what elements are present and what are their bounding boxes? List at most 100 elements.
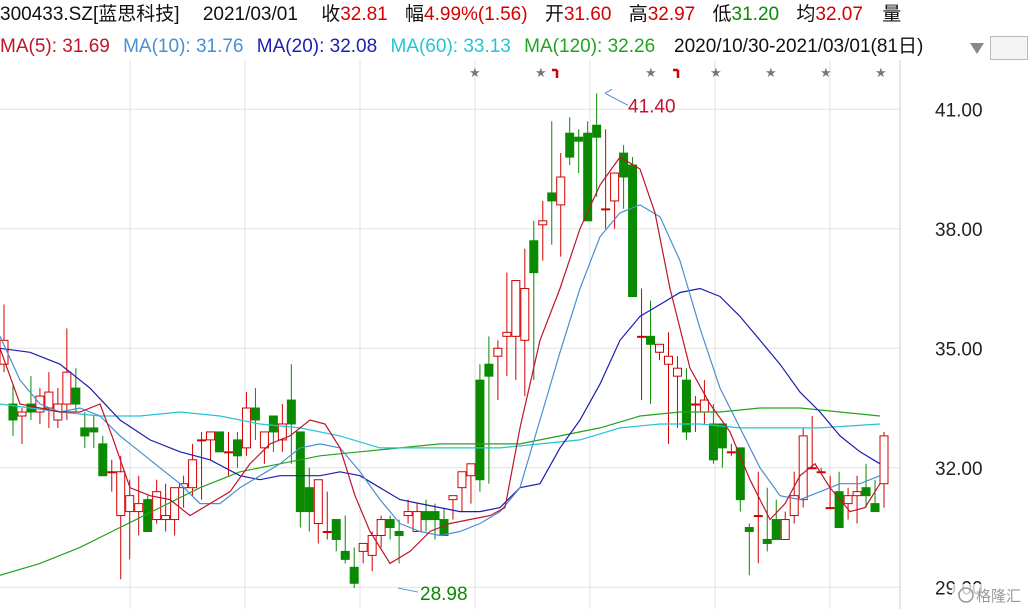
ma10-legend: MA(10): 31.76 [123, 36, 244, 57]
candle-up [17, 411, 27, 417]
date-range-label: 2020/10/30-2021/03/01(81日) [674, 36, 924, 57]
candle-up [44, 391, 54, 409]
candle-down [340, 550, 350, 560]
candle-up [313, 479, 323, 525]
close-value: 32.81 [340, 4, 388, 25]
candle-down [484, 363, 494, 377]
event-star-icon: ★ [875, 65, 887, 80]
quote-date: 2021/03/01 [202, 4, 298, 25]
candle-up [637, 335, 647, 338]
candle-up [457, 471, 467, 489]
candle-down [421, 511, 431, 521]
candle-up [322, 530, 332, 533]
candle-up [520, 288, 530, 341]
candle-up [538, 220, 548, 226]
open-value: 31.60 [563, 4, 612, 25]
candle-up [699, 399, 709, 413]
ma60-line [0, 403, 881, 449]
y-tick-label: 38.00 [935, 220, 983, 241]
candle-up [825, 507, 835, 510]
candle-up [116, 471, 126, 517]
candle-up [448, 495, 458, 501]
candle-down [98, 443, 108, 477]
candle-up [466, 463, 476, 477]
ma5-legend: MA(5): 31.69 [0, 36, 110, 57]
ma60-legend: MA(60): 33.13 [390, 36, 511, 57]
candle-up [358, 542, 368, 552]
high-price-label: 41.40 [628, 96, 676, 117]
candle-up [197, 439, 207, 442]
candle-down [708, 423, 718, 461]
candle-down [349, 566, 359, 584]
event-flag-icon [552, 68, 559, 78]
candle-up [610, 172, 620, 202]
ma120-legend: MA(120): 32.26 [524, 36, 656, 57]
candle-up [161, 515, 171, 521]
candle-up [726, 451, 736, 454]
event-star-icon: ★ [710, 65, 722, 80]
candle-up [206, 431, 216, 441]
candle-down [71, 387, 81, 405]
candle-down [304, 487, 314, 513]
stock-code: 300433.SZ[蓝思科技] [0, 4, 180, 25]
candle-up [62, 371, 72, 405]
candle-down [331, 519, 341, 540]
candle-down [89, 427, 99, 433]
candle-up [107, 471, 117, 474]
candle-down [628, 164, 638, 298]
candle-up [843, 495, 853, 505]
candle-down [583, 132, 593, 222]
candle-down [861, 487, 871, 497]
watermark-text: 格隆汇 [976, 588, 1021, 605]
candle-down [547, 192, 557, 202]
candle-up [753, 515, 763, 518]
candle-up [663, 355, 673, 365]
event-star-icon: ★ [469, 65, 481, 80]
high-label: 高 [628, 4, 648, 25]
candle-up [502, 331, 512, 337]
candle-down [771, 519, 781, 540]
ma-legend-bar: MA(5): 31.69 MA(10): 31.76 MA(20): 32.08… [0, 36, 655, 58]
low-value: 31.20 [731, 4, 780, 25]
candle-down [286, 399, 296, 425]
candle-up [690, 403, 700, 406]
candle-up [780, 519, 790, 540]
candle-up [403, 511, 413, 517]
ma-lines-layer [0, 156, 881, 576]
avg-value: 32.07 [815, 4, 863, 25]
high-value: 32.97 [647, 4, 696, 25]
candle-down [385, 519, 395, 529]
candle-up [852, 491, 862, 497]
volume-label: 量 [882, 4, 902, 25]
low-pointer [397, 587, 419, 593]
change-value: 4.99%(1.56) [424, 4, 528, 25]
dropdown-triangle-icon[interactable] [970, 40, 984, 58]
change-label: 幅 [405, 4, 425, 25]
ma120-line [0, 407, 881, 576]
candle-down [529, 240, 539, 274]
candle-up [511, 280, 521, 337]
candle-down [475, 379, 485, 481]
candle-down [250, 407, 260, 421]
panel-toggle-button[interactable] [990, 36, 1028, 60]
event-flag-icon [673, 68, 680, 78]
close-label: 收 [321, 4, 341, 25]
candle-up [879, 435, 889, 485]
candle-up [125, 495, 135, 513]
y-tick-label: 41.00 [935, 100, 983, 121]
candle-down [268, 415, 278, 433]
ma20-legend: MA(20): 32.08 [256, 36, 378, 57]
candle-down [744, 527, 754, 532]
candle-up [223, 451, 233, 454]
candle-up [601, 208, 611, 211]
event-star-icon: ★ [765, 65, 777, 80]
avg-label: 均 [796, 4, 816, 25]
candle-up [493, 347, 503, 357]
candle-up [241, 407, 251, 449]
candle-up [556, 176, 566, 206]
candle-down [574, 136, 584, 142]
candle-down [646, 335, 656, 345]
candle-down [834, 491, 844, 529]
low-label: 低 [712, 4, 732, 25]
candle-down [762, 538, 772, 544]
